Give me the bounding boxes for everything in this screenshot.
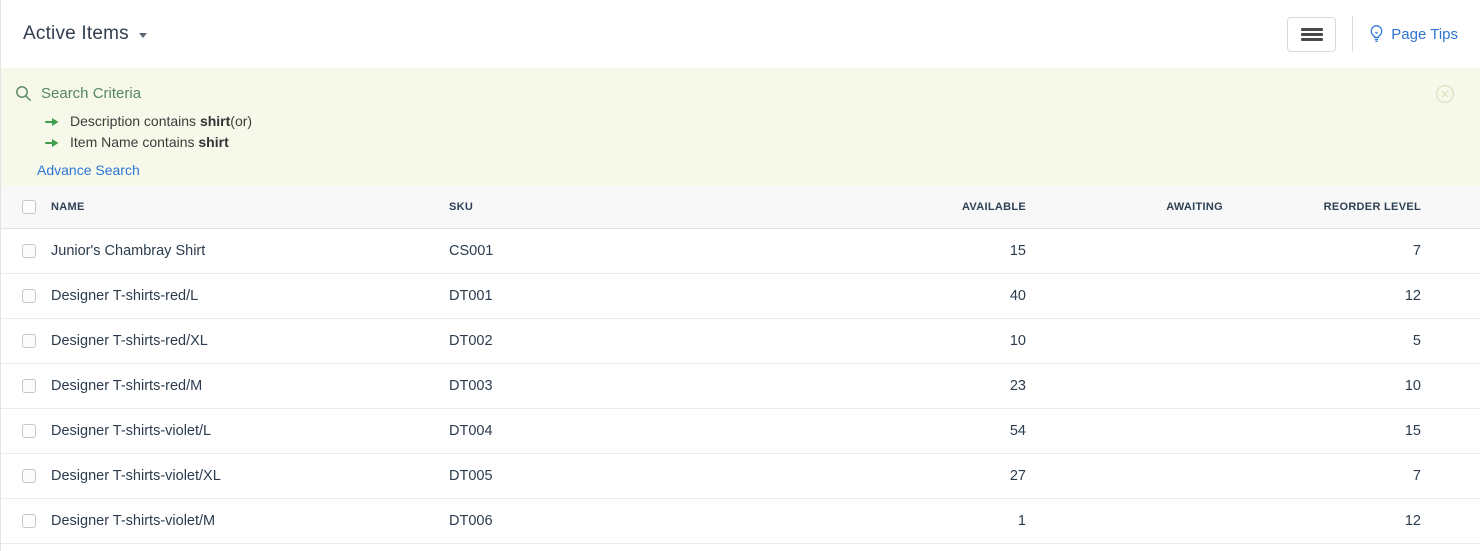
topbar-actions: Page Tips [1287,16,1458,52]
item-sku: DT001 [449,273,781,318]
criterion-text: Description contains shirt(or) [70,111,252,132]
criteria-list: Description contains shirt(or) Item Name… [45,111,1460,153]
row-checkbox[interactable] [22,244,36,258]
item-available: 27 [781,453,1026,498]
caret-down-icon [139,33,147,38]
item-sku: DT002 [449,318,781,363]
item-name[interactable]: Designer T-shirts-red/L [51,273,449,318]
arrow-right-icon [45,117,60,127]
item-sku: DT006 [449,498,781,543]
item-awaiting [1026,453,1223,498]
item-available: 54 [781,408,1026,453]
advance-search-link[interactable]: Advance Search [37,162,140,178]
item-reorder-level: 10 [1223,363,1480,408]
item-awaiting [1026,498,1223,543]
table-row[interactable]: Junior's Chambray Shirt CS001 15 7 [1,228,1480,273]
item-name[interactable]: Junior's Chambray Shirt [51,228,449,273]
table-row[interactable]: Designer T-shirts-violet/M DT006 1 12 [1,498,1480,543]
item-awaiting [1026,228,1223,273]
item-awaiting [1026,408,1223,453]
table-row[interactable]: Designer T-shirts-violet/XL DT005 27 7 [1,453,1480,498]
items-table: NAME SKU AVAILABLE AWAITING REORDER LEVE… [1,186,1480,544]
criterion-item-name: Item Name contains shirt [45,132,1460,153]
column-header-name[interactable]: NAME [51,186,449,228]
criterion-description: Description contains shirt(or) [45,111,1460,132]
item-available: 40 [781,273,1026,318]
search-icon [15,85,32,102]
item-name[interactable]: Designer T-shirts-red/M [51,363,449,408]
item-reorder-level: 7 [1223,228,1480,273]
close-circle-icon [1435,92,1455,107]
item-reorder-level: 12 [1223,498,1480,543]
column-header-awaiting[interactable]: AWAITING [1026,186,1223,228]
close-banner-button[interactable] [1435,84,1455,104]
page-title: Active Items [23,23,129,45]
page-tips-link[interactable]: Page Tips [1369,24,1458,44]
item-name[interactable]: Designer T-shirts-violet/L [51,408,449,453]
item-awaiting [1026,273,1223,318]
table-row[interactable]: Designer T-shirts-red/M DT003 23 10 [1,363,1480,408]
item-available: 15 [781,228,1026,273]
table-row[interactable]: Designer T-shirts-violet/L DT004 54 15 [1,408,1480,453]
item-sku: DT005 [449,453,781,498]
row-checkbox[interactable] [22,379,36,393]
item-sku: CS001 [449,228,781,273]
row-checkbox[interactable] [22,289,36,303]
item-available: 1 [781,498,1026,543]
table-header: NAME SKU AVAILABLE AWAITING REORDER LEVE… [1,186,1480,228]
item-name[interactable]: Designer T-shirts-violet/XL [51,453,449,498]
search-criteria-banner: Search Criteria Description contains shi… [1,68,1480,186]
item-awaiting [1026,363,1223,408]
column-header-sku[interactable]: SKU [449,186,781,228]
topbar: Active Items Page Tips [1,0,1480,68]
hamburger-menu-button[interactable] [1287,17,1336,52]
page-title-dropdown[interactable]: Active Items [23,23,147,45]
page-tips-label: Page Tips [1391,26,1458,43]
arrow-right-icon [45,138,60,148]
vertical-divider [1352,16,1353,52]
column-header-available[interactable]: AVAILABLE [781,186,1026,228]
item-awaiting [1026,318,1223,363]
table-body: Junior's Chambray Shirt CS001 15 7 Desig… [1,228,1480,543]
item-reorder-level: 15 [1223,408,1480,453]
table-row[interactable]: Designer T-shirts-red/L DT001 40 12 [1,273,1480,318]
table-row[interactable]: Designer T-shirts-red/XL DT002 10 5 [1,318,1480,363]
search-criteria-title: Search Criteria [41,85,141,102]
select-all-checkbox[interactable] [22,200,36,214]
item-name[interactable]: Designer T-shirts-red/XL [51,318,449,363]
column-header-reorder-level[interactable]: REORDER LEVEL [1223,186,1480,228]
item-available: 23 [781,363,1026,408]
lightbulb-icon [1369,24,1384,44]
item-name[interactable]: Designer T-shirts-violet/M [51,498,449,543]
item-reorder-level: 7 [1223,453,1480,498]
row-checkbox[interactable] [22,424,36,438]
row-checkbox[interactable] [22,514,36,528]
item-reorder-level: 12 [1223,273,1480,318]
row-checkbox[interactable] [22,334,36,348]
item-sku: DT004 [449,408,781,453]
search-criteria-header: Search Criteria [15,85,1460,102]
criterion-text: Item Name contains shirt [70,132,229,153]
item-available: 10 [781,318,1026,363]
active-items-page: Active Items Page Tips [0,0,1480,551]
item-reorder-level: 5 [1223,318,1480,363]
item-sku: DT003 [449,363,781,408]
hamburger-icon [1301,28,1323,31]
row-checkbox[interactable] [22,469,36,483]
